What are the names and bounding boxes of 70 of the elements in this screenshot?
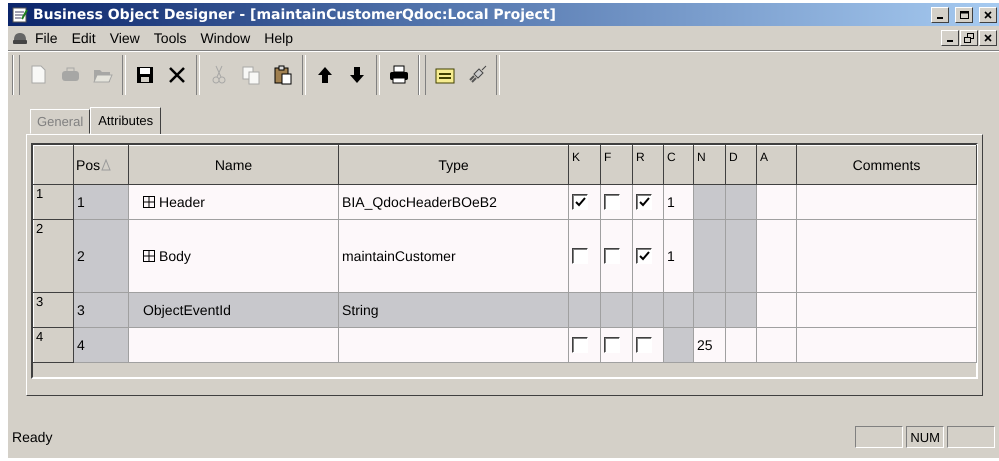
hat-icon xyxy=(12,31,28,45)
menu-item[interactable]: Tools xyxy=(146,28,194,48)
minimize-button[interactable] xyxy=(941,30,959,46)
column-header[interactable]: Pos xyxy=(74,146,128,184)
expand-icon[interactable] xyxy=(143,196,155,208)
table-cell: 4 xyxy=(74,328,128,362)
minimize-icon xyxy=(947,40,953,42)
window-title: Business Object Designer - [maintainCustomerQdoc:Local Project] xyxy=(33,6,557,22)
tree-label: Body xyxy=(159,248,191,264)
column-header[interactable]: F xyxy=(600,146,632,184)
menu-item[interactable]: Help xyxy=(257,28,300,48)
column-header[interactable]: K xyxy=(568,146,600,184)
table-cell: 25 xyxy=(694,328,726,362)
checkbox[interactable] xyxy=(572,337,588,353)
checkbox[interactable] xyxy=(604,248,620,264)
tab[interactable]: Attributes xyxy=(90,107,162,135)
maximize-button[interactable] xyxy=(955,6,973,22)
close-button[interactable] xyxy=(979,6,997,22)
menu-item[interactable]: Edit xyxy=(64,28,103,48)
status-panel: NUM xyxy=(906,426,944,448)
checkbox[interactable] xyxy=(604,337,620,353)
restore-icon xyxy=(964,33,974,43)
toolbar-grip[interactable] xyxy=(12,55,20,95)
minimize-button[interactable] xyxy=(931,6,949,22)
column-header[interactable]: A xyxy=(756,146,796,184)
checkbox[interactable] xyxy=(572,248,588,264)
column-header[interactable]: C xyxy=(664,146,694,184)
row-header[interactable]: 4 xyxy=(34,328,74,362)
document-icon xyxy=(12,6,28,22)
restore-button[interactable] xyxy=(960,30,978,46)
close-icon xyxy=(983,33,993,43)
column-label: Pos xyxy=(76,157,100,173)
table-cell: 1 xyxy=(74,184,128,220)
minimize-icon xyxy=(937,16,943,18)
column-header[interactable]: R xyxy=(632,146,664,184)
toolbar-grip[interactable] xyxy=(418,55,426,95)
menu-item[interactable]: View xyxy=(102,28,147,48)
table-cell: 1 xyxy=(664,184,694,220)
checkbox[interactable] xyxy=(604,194,620,210)
sort-triangle-icon xyxy=(101,159,112,171)
close-button[interactable] xyxy=(979,30,997,46)
row-header[interactable]: 3 xyxy=(34,292,74,328)
maximize-icon xyxy=(959,10,969,20)
column-header[interactable]: D xyxy=(726,146,756,184)
column-header[interactable]: Type xyxy=(338,146,568,184)
menu-item[interactable]: Window xyxy=(193,28,258,48)
column-header[interactable]: Name xyxy=(128,146,338,184)
table-cell: maintainCustomer xyxy=(338,220,568,292)
table-cell: BIA_QdocHeaderBOeB2 xyxy=(338,184,568,220)
checkbox[interactable] xyxy=(636,337,652,353)
row-header[interactable]: 1 xyxy=(34,184,74,220)
corner-header xyxy=(34,146,74,184)
checkbox[interactable] xyxy=(636,194,652,210)
table-cell: ObjectEventId xyxy=(128,292,338,328)
menu-item[interactable]: File xyxy=(28,28,65,48)
tree-label: Header xyxy=(159,194,205,210)
status-message: Ready xyxy=(12,429,54,445)
status-panel xyxy=(947,426,995,448)
table-cell: 1 xyxy=(664,220,694,292)
expand-icon[interactable] xyxy=(143,250,155,262)
table-cell: 3 xyxy=(74,292,128,328)
column-header[interactable]: N xyxy=(694,146,726,184)
checkbox[interactable] xyxy=(572,194,588,210)
row-header[interactable]: 2 xyxy=(34,220,74,292)
table-cell: 2 xyxy=(74,220,128,292)
status-panel xyxy=(855,426,904,448)
column-header[interactable]: Comments xyxy=(796,146,976,184)
checkbox[interactable] xyxy=(636,248,652,264)
table-cell: String xyxy=(338,292,568,328)
close-icon xyxy=(983,10,993,20)
